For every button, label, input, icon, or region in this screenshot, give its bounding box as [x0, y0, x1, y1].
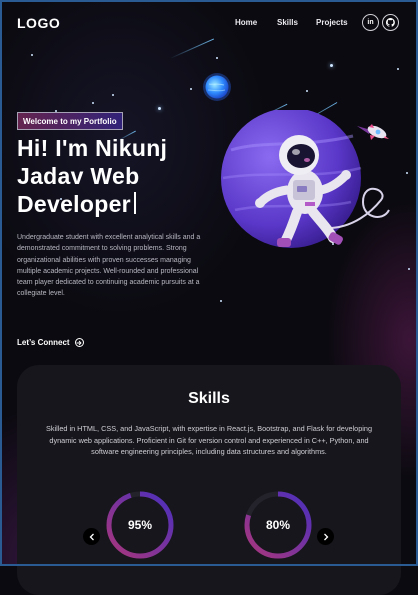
github-button[interactable] [382, 14, 399, 31]
typing-cursor [133, 192, 136, 214]
connect-button[interactable]: Let’s Connect [17, 338, 84, 347]
headline-line-1: Hi! I'm Nikunj [17, 135, 168, 161]
blue-planet-illustration [203, 73, 231, 101]
nav-link-home[interactable]: Home [235, 18, 257, 27]
connect-label: Let’s Connect [17, 338, 70, 347]
arrow-right-circle-icon [74, 338, 84, 347]
headline-line-3-text: Developer [17, 191, 131, 217]
skill-meter: 80% [243, 490, 313, 560]
nav-link-projects[interactable]: Projects [316, 18, 348, 27]
carousel-prev-button[interactable] [83, 528, 100, 545]
skills-section: Skills Skilled in HTML, CSS, and JavaScr… [17, 365, 401, 595]
github-icon [386, 18, 395, 27]
skill-meter-value: 95% [127, 518, 153, 532]
nav-link-skills[interactable]: Skills [277, 18, 298, 27]
skill-meter: 95% [105, 490, 175, 560]
chevron-right-icon [323, 533, 328, 540]
welcome-badge: Welcome to my Portfolio [17, 112, 123, 130]
carousel-next-button[interactable] [317, 528, 334, 545]
linkedin-icon: in [367, 19, 374, 26]
headline-line-2: Jadav Web [17, 163, 140, 189]
navbar: LOGO Home Skills Projects in [0, 0, 418, 46]
chevron-left-icon [89, 533, 94, 540]
linkedin-button[interactable]: in [362, 14, 379, 31]
skill-meter-value: 80% [265, 518, 291, 532]
skills-description: Skilled in HTML, CSS, and JavaScript, wi… [45, 424, 373, 457]
hero-headline: Hi! I'm Nikunj Jadav Web Developer [17, 134, 217, 218]
skills-title: Skills [188, 390, 230, 407]
logo[interactable]: LOGO [17, 15, 60, 31]
astronaut-illustration [221, 110, 390, 248]
headline-line-3: Developer [17, 190, 217, 218]
hero-intro: Undergraduate student with excellent ana… [17, 234, 201, 298]
